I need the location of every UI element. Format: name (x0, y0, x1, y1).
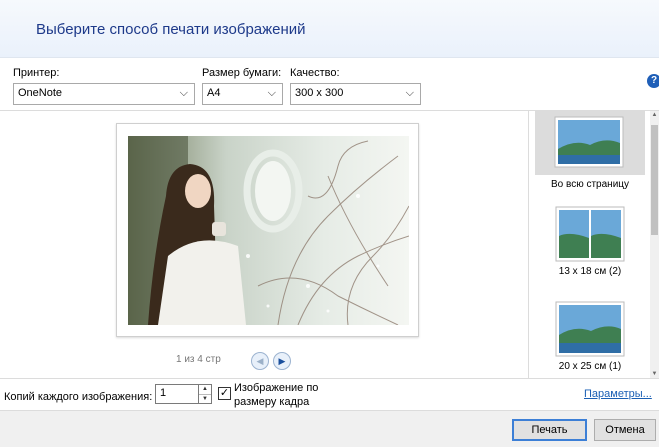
fit-to-frame-checkbox[interactable]: ✓ (218, 387, 231, 400)
layout-thumb (555, 301, 625, 357)
scroll-down-icon[interactable]: ▼ (650, 370, 659, 378)
photo-image (128, 136, 409, 325)
chevron-down-icon: ⌵ (267, 87, 276, 99)
layout-full-page[interactable]: Во всю страницу (529, 111, 651, 190)
stepper-down-icon[interactable]: ▼ (199, 394, 211, 403)
landscape-thumbnail-icon (554, 116, 624, 168)
two-portrait-thumbnail-icon (555, 206, 625, 262)
layout-label: 20 x 25 см (1) (558, 361, 622, 372)
chevron-down-icon: ⌵ (405, 87, 414, 99)
layout-label: 13 x 18 см (2) (558, 266, 622, 277)
bottom-options: Копий каждого изображения: 1 ▲ ▼ ✓ Изобр… (0, 378, 659, 410)
dialog-footer: Печать Отмена (0, 410, 659, 447)
layout-20x25[interactable]: 20 x 25 см (1) (529, 301, 651, 372)
quality-select[interactable]: 300 x 300 ⌵ (290, 83, 421, 105)
help-icon[interactable]: ? (647, 74, 659, 88)
paper-size-select[interactable]: A4 ⌵ (202, 83, 283, 105)
parameters-link[interactable]: Параметры... (584, 388, 652, 400)
copies-label: Копий каждого изображения: (4, 391, 153, 403)
layout-thumb (535, 111, 645, 175)
prev-page-button[interactable]: ◀ (251, 352, 269, 370)
paper-size-label: Размер бумаги: (202, 67, 282, 79)
printer-label: Принтер: (13, 67, 60, 79)
printer-select[interactable]: OneNote ⌵ (13, 83, 195, 105)
page-counter: 1 из 4 стр (176, 354, 221, 365)
page-navigator: 1 из 4 стр ◀ ▶ (0, 349, 528, 373)
paper-size-value: A4 (207, 87, 221, 99)
copies-stepper[interactable]: ▲ ▼ (199, 384, 212, 404)
layout-label: Во всю страницу (550, 179, 630, 190)
layout-thumb (555, 206, 625, 262)
next-page-button[interactable]: ▶ (273, 352, 291, 370)
dialog-title: Выберите способ печати изображений (36, 21, 306, 38)
photo-preview (128, 136, 409, 325)
preview-area: 1 из 4 стр ◀ ▶ (0, 110, 528, 378)
quality-label: Качество: (290, 67, 340, 79)
dialog-header: Выберите способ печати изображений (0, 0, 659, 58)
copies-input[interactable]: 1 (155, 384, 199, 404)
layout-list: Во всю страницу 13 x 18 см (2) 20 x 25 с… (528, 110, 659, 378)
single-landscape-thumbnail-icon (555, 301, 625, 357)
print-button[interactable]: Печать (512, 419, 587, 441)
layout-13x18[interactable]: 13 x 18 см (2) (529, 206, 651, 277)
layout-scrollbar[interactable]: ▲ ▼ (650, 111, 659, 378)
scroll-thumb[interactable] (651, 125, 658, 235)
quality-value: 300 x 300 (295, 87, 344, 99)
print-options: Принтер: OneNote ⌵ Размер бумаги: A4 ⌵ К… (0, 64, 659, 108)
stepper-up-icon[interactable]: ▲ (199, 385, 211, 394)
paper-preview (116, 123, 419, 337)
scroll-up-icon[interactable]: ▲ (650, 111, 659, 120)
fit-to-frame-label: Изображение по размеру кадра (234, 382, 319, 408)
cancel-button[interactable]: Отмена (594, 419, 656, 441)
printer-value: OneNote (18, 87, 63, 99)
chevron-down-icon: ⌵ (179, 87, 188, 99)
